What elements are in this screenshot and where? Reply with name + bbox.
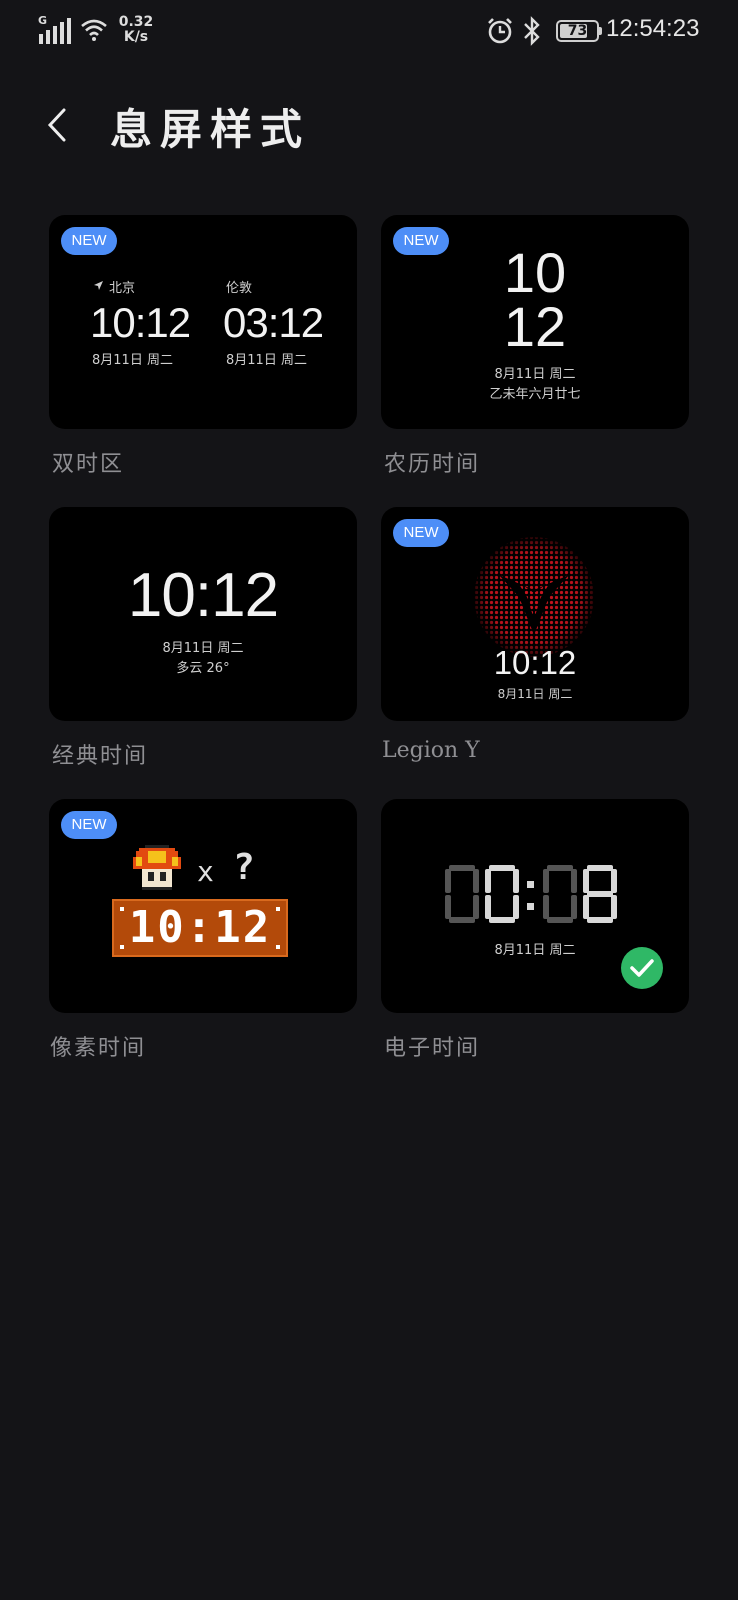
style-card-dual-timezone[interactable]: NEW 北京 10:12 8月11日 周二 伦敦 03:12 8月11日 周二 xyxy=(49,215,357,429)
status-bar: G 0.32 K/s 73 12:54:23 xyxy=(0,0,738,64)
colon-dot xyxy=(527,903,534,910)
back-button[interactable] xyxy=(40,100,80,150)
style-label[interactable]: Legion Y xyxy=(382,738,480,763)
style-card-lunar-time[interactable]: NEW 10 12 8月11日 周二 乙未年六月廿七 xyxy=(381,215,689,429)
lunar-date: 乙未年六月廿七 xyxy=(489,387,581,402)
bluetooth-icon xyxy=(524,16,540,46)
time: 10:12 xyxy=(127,561,279,630)
legion-logo-icon xyxy=(474,537,594,657)
style-card-classic-time[interactable]: 10:12 8月11日 周二 多云 26° xyxy=(49,507,357,721)
digit xyxy=(485,865,519,923)
selected-check-icon xyxy=(621,947,663,989)
style-card-pixel-time[interactable]: NEW x ? 10:12 xyxy=(49,799,357,1013)
battery-tip xyxy=(599,27,602,35)
style-label[interactable]: 像素时间 xyxy=(50,1030,146,1062)
chevron-left-icon xyxy=(47,108,66,142)
digital-time-display xyxy=(445,865,617,923)
question-block-icon: ? xyxy=(233,847,255,888)
new-badge: NEW xyxy=(393,519,449,547)
speed-unit: K/s xyxy=(123,29,149,45)
colon-dot xyxy=(527,881,534,888)
alarm-icon xyxy=(488,18,512,44)
weather: 多云 26° xyxy=(176,661,230,676)
date: 8月11日 周二 xyxy=(162,641,244,656)
speed-value: 0.32 xyxy=(118,14,154,30)
mushroom-icon xyxy=(133,845,181,890)
new-badge: NEW xyxy=(61,811,117,839)
digit xyxy=(583,865,617,923)
time: 10:12 xyxy=(128,902,272,953)
style-label[interactable]: 双时区 xyxy=(52,446,124,478)
digit xyxy=(445,865,479,923)
network-speed: 0.32 K/s xyxy=(118,15,154,45)
time: 10:12 xyxy=(493,644,577,681)
time-1: 10:12 xyxy=(90,299,191,346)
signal-icon xyxy=(39,18,71,44)
style-card-legion-y[interactable]: NEW 10:12 8月11日 周二 xyxy=(381,507,689,721)
status-time: 12:54:23 xyxy=(606,15,700,42)
date-1: 8月11日 周二 xyxy=(92,353,173,368)
date: 8月11日 周二 xyxy=(494,367,576,382)
date-2: 8月11日 周二 xyxy=(226,353,307,368)
style-label[interactable]: 经典时间 xyxy=(52,738,148,770)
style-label[interactable]: 农历时间 xyxy=(384,446,480,478)
date: 8月11日 周二 xyxy=(497,687,573,701)
city-1: 北京 xyxy=(109,281,136,296)
minute: 12 xyxy=(503,295,567,358)
style-label[interactable]: 电子时间 xyxy=(384,1030,480,1062)
city-2: 伦敦 xyxy=(226,281,253,296)
page-title: 息屏样式 xyxy=(110,105,311,154)
battery-percent: 73 xyxy=(567,23,588,39)
location-arrow-icon xyxy=(94,281,103,290)
pixel-time-box: 10:12 xyxy=(112,899,288,957)
hour: 10 xyxy=(503,241,567,304)
wifi-icon xyxy=(81,19,107,41)
digit xyxy=(543,865,577,923)
checkmark-icon xyxy=(630,959,654,977)
style-card-digital-time[interactable]: 8月11日 周二 xyxy=(381,799,689,1013)
new-badge: NEW xyxy=(61,227,117,255)
times-symbol: x xyxy=(197,855,214,888)
time-2: 03:12 xyxy=(223,299,324,346)
battery-icon: 73 xyxy=(556,20,599,42)
